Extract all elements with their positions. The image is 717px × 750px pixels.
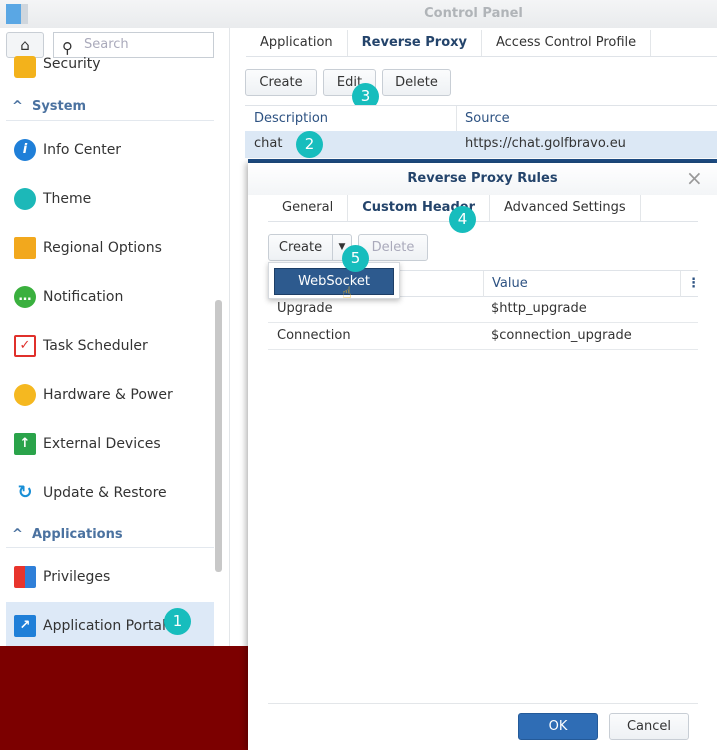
sidebar-item-label: Update & Restore (43, 485, 167, 501)
column-menu-icon[interactable]: ⋮ (680, 271, 700, 297)
cancel-button[interactable]: Cancel (609, 713, 689, 740)
column-source[interactable]: Source (456, 106, 510, 132)
row-description: chat (254, 136, 283, 151)
step-badge: 4 (449, 206, 476, 233)
sidebar-item-security[interactable]: Security (6, 42, 214, 90)
divider (6, 120, 214, 121)
sidebar-scrollbar[interactable] (215, 300, 222, 572)
close-icon[interactable]: × (686, 166, 703, 190)
map-clock-icon (14, 237, 36, 259)
sidebar-item-hardware-power[interactable]: Hardware & Power (6, 371, 214, 419)
table-row[interactable]: Connection $connection_upgrade (268, 323, 698, 350)
step-badge: 1 (164, 608, 191, 635)
chat-bubble-icon: … (14, 286, 36, 308)
tab-general[interactable]: General (268, 195, 349, 221)
dialog-title: Reverse Proxy Rules (407, 171, 558, 186)
sidebar-item-label: Regional Options (43, 240, 162, 256)
sidebar-item-label: External Devices (43, 436, 161, 452)
tab-reverse-proxy[interactable]: Reverse Proxy (348, 30, 482, 56)
row-source: https://chat.golfbravo.eu (465, 136, 626, 151)
title-bar: Control Panel (0, 0, 717, 28)
column-value[interactable]: Value (483, 271, 528, 297)
tab-advanced-settings[interactable]: Advanced Settings (490, 195, 641, 221)
sidebar-item-label: Application Portal (43, 618, 166, 634)
shield-icon (14, 56, 36, 78)
sidebar-item-regional-options[interactable]: Regional Options (6, 224, 214, 272)
delete-button[interactable]: Delete (382, 69, 451, 96)
sidebar-item-label: Theme (43, 191, 92, 207)
lightbulb-icon (14, 384, 36, 406)
privileges-icon (14, 566, 36, 588)
section-system[interactable]: ^ System (12, 99, 86, 114)
calendar-check-icon: ✓ (14, 335, 36, 357)
sidebar-item-label: Security (43, 56, 101, 72)
create-dropdown-menu: WebSocket (268, 262, 400, 299)
create-button[interactable]: Create (245, 69, 317, 96)
header-value: $connection_upgrade (491, 328, 632, 343)
main-tabs: Application Reverse Proxy Access Control… (246, 30, 717, 57)
sidebar-item-label: Task Scheduler (43, 338, 148, 354)
sidebar-item-label: Hardware & Power (43, 387, 173, 403)
section-label: Applications (31, 527, 123, 542)
header-name: Connection (277, 328, 351, 343)
create-button[interactable]: Create (268, 234, 333, 261)
sidebar-item-update-restore[interactable]: ↻ Update & Restore (6, 469, 214, 517)
sidebar-item-privileges[interactable]: Privileges (6, 553, 214, 601)
sidebar-item-notification[interactable]: … Notification (6, 273, 214, 321)
palette-icon (14, 188, 36, 210)
sidebar-item-label: Notification (43, 289, 124, 305)
desktop-background (0, 646, 248, 750)
table-header: Description Source (245, 105, 717, 132)
sidebar-item-info-center[interactable]: i Info Center (6, 126, 214, 174)
step-badge: 5 (342, 245, 369, 272)
portal-arrow-icon: ↗ (14, 615, 36, 637)
sidebar-item-theme[interactable]: Theme (6, 175, 214, 223)
table-row[interactable]: Upgrade $http_upgrade (268, 296, 698, 323)
info-icon: i (14, 139, 36, 161)
sidebar-item-external-devices[interactable]: ↑ External Devices (6, 420, 214, 468)
upload-icon: ↑ (14, 433, 36, 455)
header-value: $http_upgrade (491, 301, 587, 316)
tab-application[interactable]: Application (246, 30, 348, 56)
refresh-icon: ↻ (14, 482, 36, 504)
footer-divider (268, 703, 698, 704)
header-name: Upgrade (277, 301, 333, 316)
dialog-tabs: General Custom Header Advanced Settings (268, 195, 698, 222)
tab-access-control-profile[interactable]: Access Control Profile (482, 30, 652, 56)
reverse-proxy-rules-dialog: Reverse Proxy Rules × General Custom Hea… (248, 163, 717, 750)
sidebar-item-task-scheduler[interactable]: ✓ Task Scheduler (6, 322, 214, 370)
sidebar-item-label: Privileges (43, 569, 111, 585)
sidebar-item-label: Info Center (43, 142, 122, 158)
ok-button[interactable]: OK (518, 713, 598, 740)
section-applications[interactable]: ^ Applications (12, 527, 123, 542)
step-badge: 2 (296, 131, 323, 158)
hand-cursor-icon: ☝ (342, 283, 352, 302)
window-title: Control Panel (424, 6, 523, 21)
column-description[interactable]: Description (254, 106, 328, 132)
menu-item-websocket[interactable]: WebSocket (274, 268, 394, 295)
divider (6, 547, 214, 548)
section-label: System (31, 99, 87, 114)
